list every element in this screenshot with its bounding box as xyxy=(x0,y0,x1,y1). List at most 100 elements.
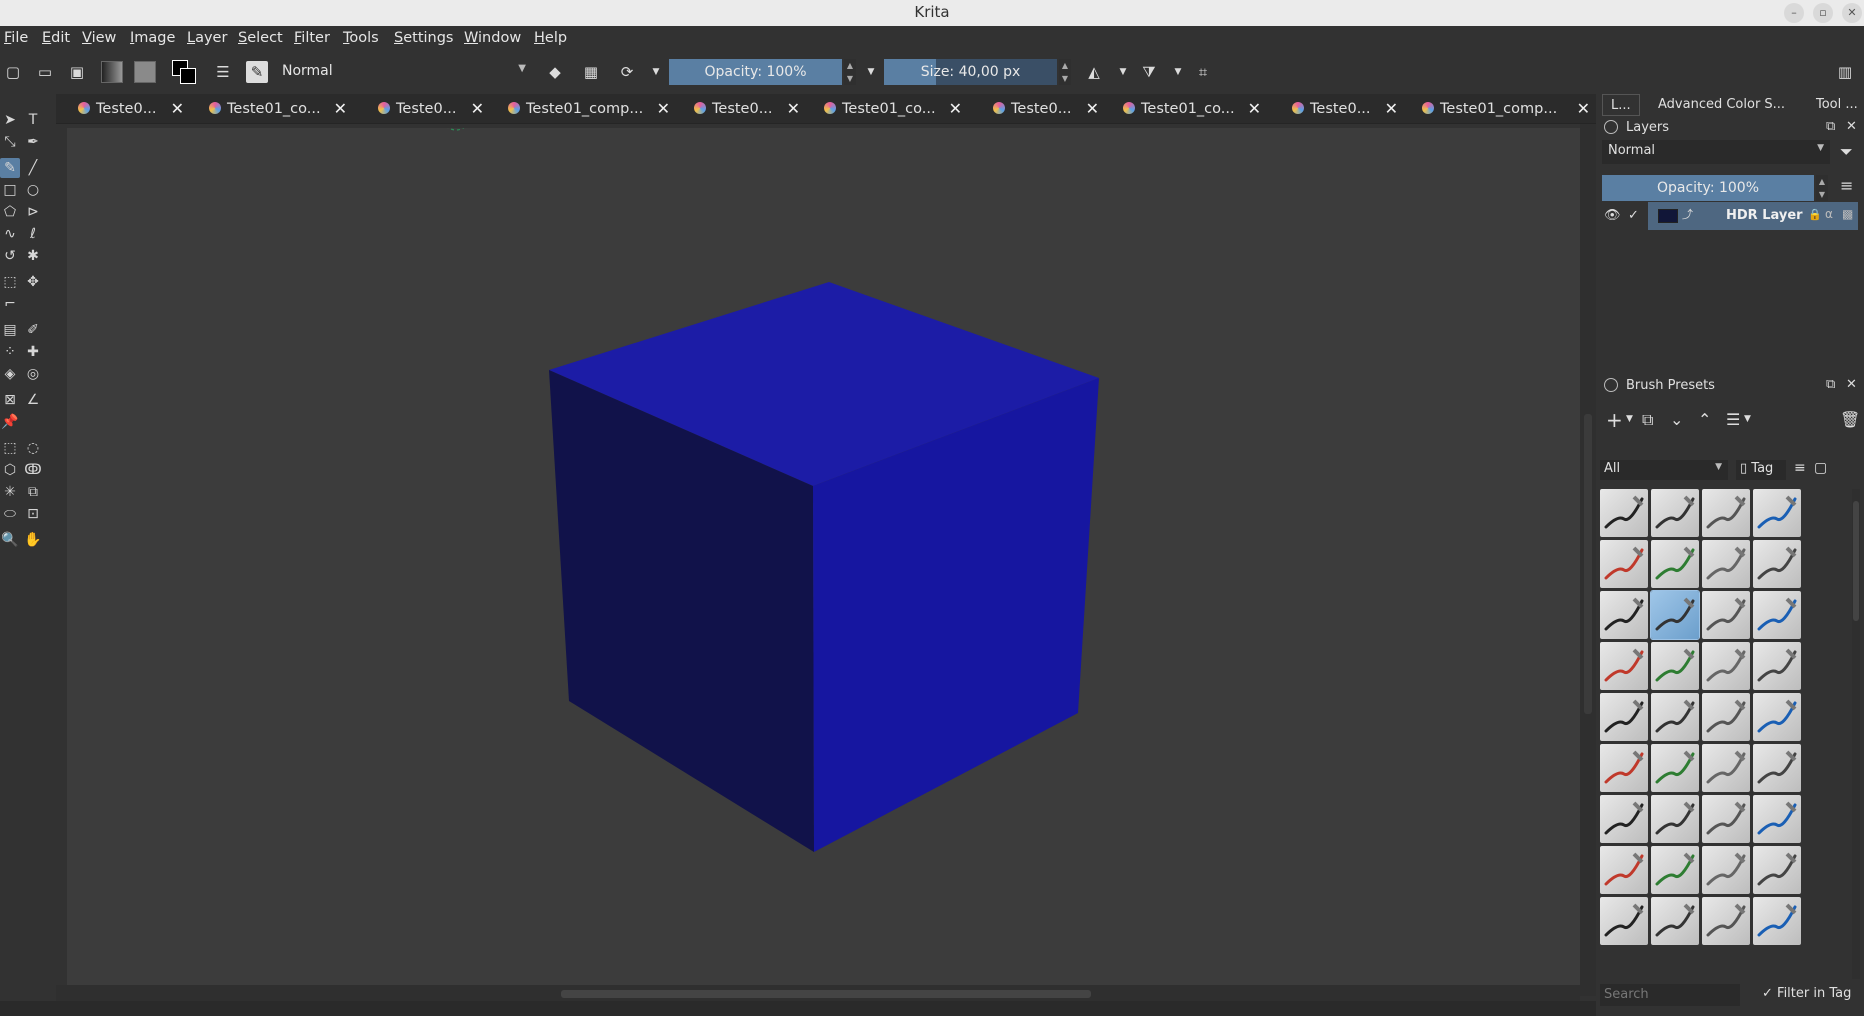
brush-preset-thumbnail[interactable] xyxy=(1651,897,1699,945)
wrap-around-icon[interactable]: ⌗ xyxy=(1192,61,1214,83)
brush-settings-icon[interactable]: ☰ xyxy=(212,61,234,83)
brush-preset-thumbnail[interactable] xyxy=(1651,846,1699,894)
freehand-path-tool-icon[interactable]: ℓ xyxy=(23,224,43,244)
brush-preset-thumbnail[interactable] xyxy=(1702,795,1750,843)
menu-layer[interactable]: Layer xyxy=(187,30,227,46)
bezier-tool-icon[interactable]: ∿ xyxy=(0,224,20,244)
similar-color-selection-tool-icon[interactable]: ⧉ xyxy=(23,482,43,502)
mirror-horizontal-icon[interactable]: ◭ xyxy=(1083,61,1105,83)
layer-blend-mode-select[interactable]: Normal ▼ xyxy=(1602,140,1830,164)
tab-document[interactable]: Teste01_comp... ✕ xyxy=(1422,94,1590,124)
ellipse-tool-icon[interactable]: ○ xyxy=(23,180,43,200)
move-layer-up-icon[interactable]: ⌃ xyxy=(1698,410,1711,429)
chevron-down-icon[interactable]: ▼ xyxy=(1626,414,1633,424)
assistant-tool-icon[interactable]: ⊠ xyxy=(0,390,20,410)
add-layer-icon[interactable]: + xyxy=(1606,408,1623,432)
bezier-selection-tool-icon[interactable]: ⬭ xyxy=(0,504,20,524)
duplicate-layer-icon[interactable]: ⧉ xyxy=(1642,410,1653,430)
brush-preset-thumbnail[interactable] xyxy=(1753,540,1801,588)
zoom-tool-icon[interactable]: 🔍 xyxy=(0,530,20,550)
brush-preset-icon[interactable]: ✎ xyxy=(246,61,268,83)
canvas[interactable] xyxy=(67,128,1580,985)
layer-opacity-spinner[interactable]: ▲ ▼ xyxy=(1816,175,1828,201)
brush-preset-thumbnail[interactable] xyxy=(1702,642,1750,690)
chevron-down-icon[interactable]: ▼ xyxy=(1112,61,1134,83)
brush-preset-thumbnail[interactable] xyxy=(1753,489,1801,537)
layer-properties-icon[interactable]: ☰ xyxy=(1726,410,1740,429)
dock-tab-advanced-color[interactable]: Advanced Color S... xyxy=(1652,94,1802,116)
brush-preset-thumbnail[interactable] xyxy=(1702,591,1750,639)
chevron-down-icon[interactable]: ▼ xyxy=(1744,414,1751,424)
crop-tool-icon[interactable]: ⌐ xyxy=(0,294,20,314)
preserve-alpha-icon[interactable]: ▦ xyxy=(580,61,602,83)
eye-icon[interactable]: 👁 xyxy=(1604,208,1621,223)
reload-icon[interactable]: ⟳ xyxy=(616,61,638,83)
move-tool-icon[interactable]: ✥ xyxy=(23,272,43,292)
brush-filter-select[interactable]: All ▼ xyxy=(1600,460,1728,480)
close-icon[interactable]: ✕ xyxy=(1846,119,1857,134)
close-icon[interactable]: ✕ xyxy=(1577,94,1590,124)
storage-icon[interactable]: ▢ xyxy=(1814,460,1827,476)
workspace-icon[interactable]: ▥ xyxy=(1834,61,1856,83)
close-icon[interactable]: ✕ xyxy=(949,94,962,124)
dock-tab-layers[interactable]: L... xyxy=(1602,94,1640,116)
menu-edit[interactable]: Edit xyxy=(42,30,70,46)
menu-file[interactable]: File xyxy=(4,30,28,46)
rectangle-tool-icon[interactable]: □ xyxy=(0,180,20,200)
brush-preset-thumbnail[interactable] xyxy=(1702,897,1750,945)
smart-patch-tool-icon[interactable]: ✚ xyxy=(23,342,43,362)
polygonal-selection-tool-icon[interactable]: ⬡ xyxy=(0,460,20,480)
rectangular-selection-tool-icon[interactable]: ⬚ xyxy=(0,438,20,458)
menu-window[interactable]: Window xyxy=(464,30,521,46)
pattern-swatch-icon[interactable] xyxy=(134,61,156,83)
new-document-icon[interactable]: ▢ xyxy=(2,61,24,83)
menu-image[interactable]: Image xyxy=(130,30,175,46)
tab-document[interactable]: Teste0... ✕ xyxy=(78,94,184,124)
scroll-thumb[interactable] xyxy=(1853,501,1859,621)
checkbox-icon[interactable]: ✓ xyxy=(1628,208,1639,223)
close-icon[interactable]: ✕ xyxy=(787,94,800,124)
enclose-fill-tool-icon[interactable]: ◎ xyxy=(23,364,43,384)
menu-tools[interactable]: Tools xyxy=(343,30,379,46)
brush-preset-thumbnail[interactable] xyxy=(1753,897,1801,945)
close-icon[interactable]: ✕ xyxy=(657,94,670,124)
brush-preset-thumbnail[interactable] xyxy=(1702,693,1750,741)
tab-document[interactable]: Teste0... ✕ xyxy=(378,94,484,124)
horizontal-scrollbar[interactable] xyxy=(56,985,1580,1001)
eraser-icon[interactable]: ◆ xyxy=(544,61,566,83)
brush-preset-thumbnail[interactable] xyxy=(1702,744,1750,792)
freehand-brush-tool-icon[interactable]: ✎ xyxy=(0,158,20,178)
menu-view[interactable]: View xyxy=(82,30,116,46)
open-folder-icon[interactable]: ▭ xyxy=(34,61,56,83)
select-shapes-tool-icon[interactable]: ➤ xyxy=(0,110,20,130)
dock-tab-tool-options[interactable]: Tool ... xyxy=(1810,94,1862,116)
brush-preset-thumbnail[interactable] xyxy=(1600,642,1648,690)
size-slider[interactable]: Size: 40,00 px xyxy=(884,59,1057,85)
brush-preset-thumbnail[interactable] xyxy=(1753,642,1801,690)
brush-preset-thumbnail[interactable] xyxy=(1753,693,1801,741)
elliptical-selection-tool-icon[interactable]: ◌ xyxy=(23,438,43,458)
brush-preset-thumbnail[interactable] xyxy=(1753,846,1801,894)
brush-search-input[interactable]: Search xyxy=(1600,984,1740,1006)
color-picker-tool-icon[interactable]: ✐ xyxy=(23,320,43,340)
tab-document[interactable]: Teste01_co... ✕ xyxy=(1123,94,1261,124)
tab-document[interactable]: Teste01_co... ✕ xyxy=(824,94,962,124)
brush-preset-thumbnail[interactable] xyxy=(1650,590,1700,640)
opacity-spinner[interactable]: ▲ ▼ xyxy=(844,59,856,85)
save-icon[interactable]: ▣ xyxy=(66,61,88,83)
tab-document[interactable]: Teste0... ✕ xyxy=(1292,94,1398,124)
tag-button[interactable]: ▯ Tag xyxy=(1736,460,1786,480)
brush-preset-thumbnail[interactable] xyxy=(1600,540,1648,588)
edit-shapes-tool-icon[interactable]: ⤡ xyxy=(0,132,20,152)
brush-preset-thumbnail[interactable] xyxy=(1651,693,1699,741)
reference-images-tool-icon[interactable]: 📌 xyxy=(0,412,20,432)
chevron-down-icon[interactable]: ▼ xyxy=(860,61,882,83)
list-view-icon[interactable]: ≡ xyxy=(1794,460,1806,476)
size-spinner[interactable]: ▲ ▼ xyxy=(1059,59,1071,85)
gradient-swatch-icon[interactable] xyxy=(101,61,123,83)
close-icon[interactable]: ✕ xyxy=(334,94,347,124)
chevron-down-icon[interactable]: ▼ xyxy=(1167,61,1189,83)
menu-help[interactable]: Help xyxy=(534,30,567,46)
brush-preset-thumbnail[interactable] xyxy=(1753,744,1801,792)
color-swatch-icon[interactable] xyxy=(170,58,198,86)
